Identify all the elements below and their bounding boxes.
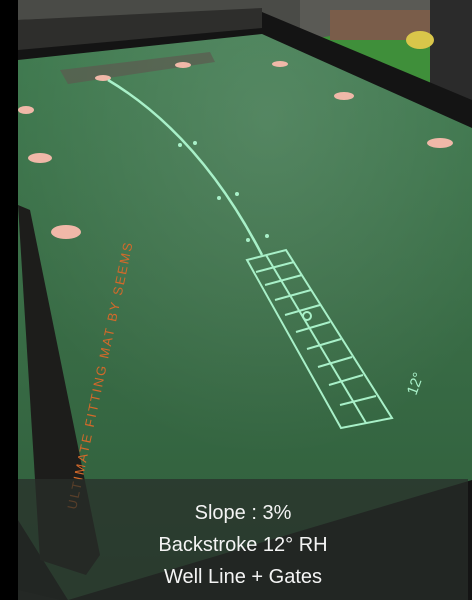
caption-drill: Well Line + Gates xyxy=(163,566,323,588)
target-disc xyxy=(18,106,34,114)
caption-slope: Slope : 3% xyxy=(194,502,292,524)
left-black-border xyxy=(0,0,18,600)
target-disc xyxy=(175,62,191,68)
target-disc xyxy=(272,61,288,67)
target-disc xyxy=(427,138,453,148)
target-disc xyxy=(28,153,52,163)
target-disc xyxy=(51,225,81,239)
putting-mat-photo: ULTIMATE FITTING MAT BY SEEMS 12° Slope … xyxy=(0,0,472,600)
target-disc xyxy=(334,92,354,100)
caption-backstroke: Backstroke 12° RH xyxy=(158,534,328,556)
background-yellow-disc xyxy=(406,31,434,49)
caption-overlay: Slope : 3% Backstroke 12° RH Well Line +… xyxy=(18,479,468,600)
